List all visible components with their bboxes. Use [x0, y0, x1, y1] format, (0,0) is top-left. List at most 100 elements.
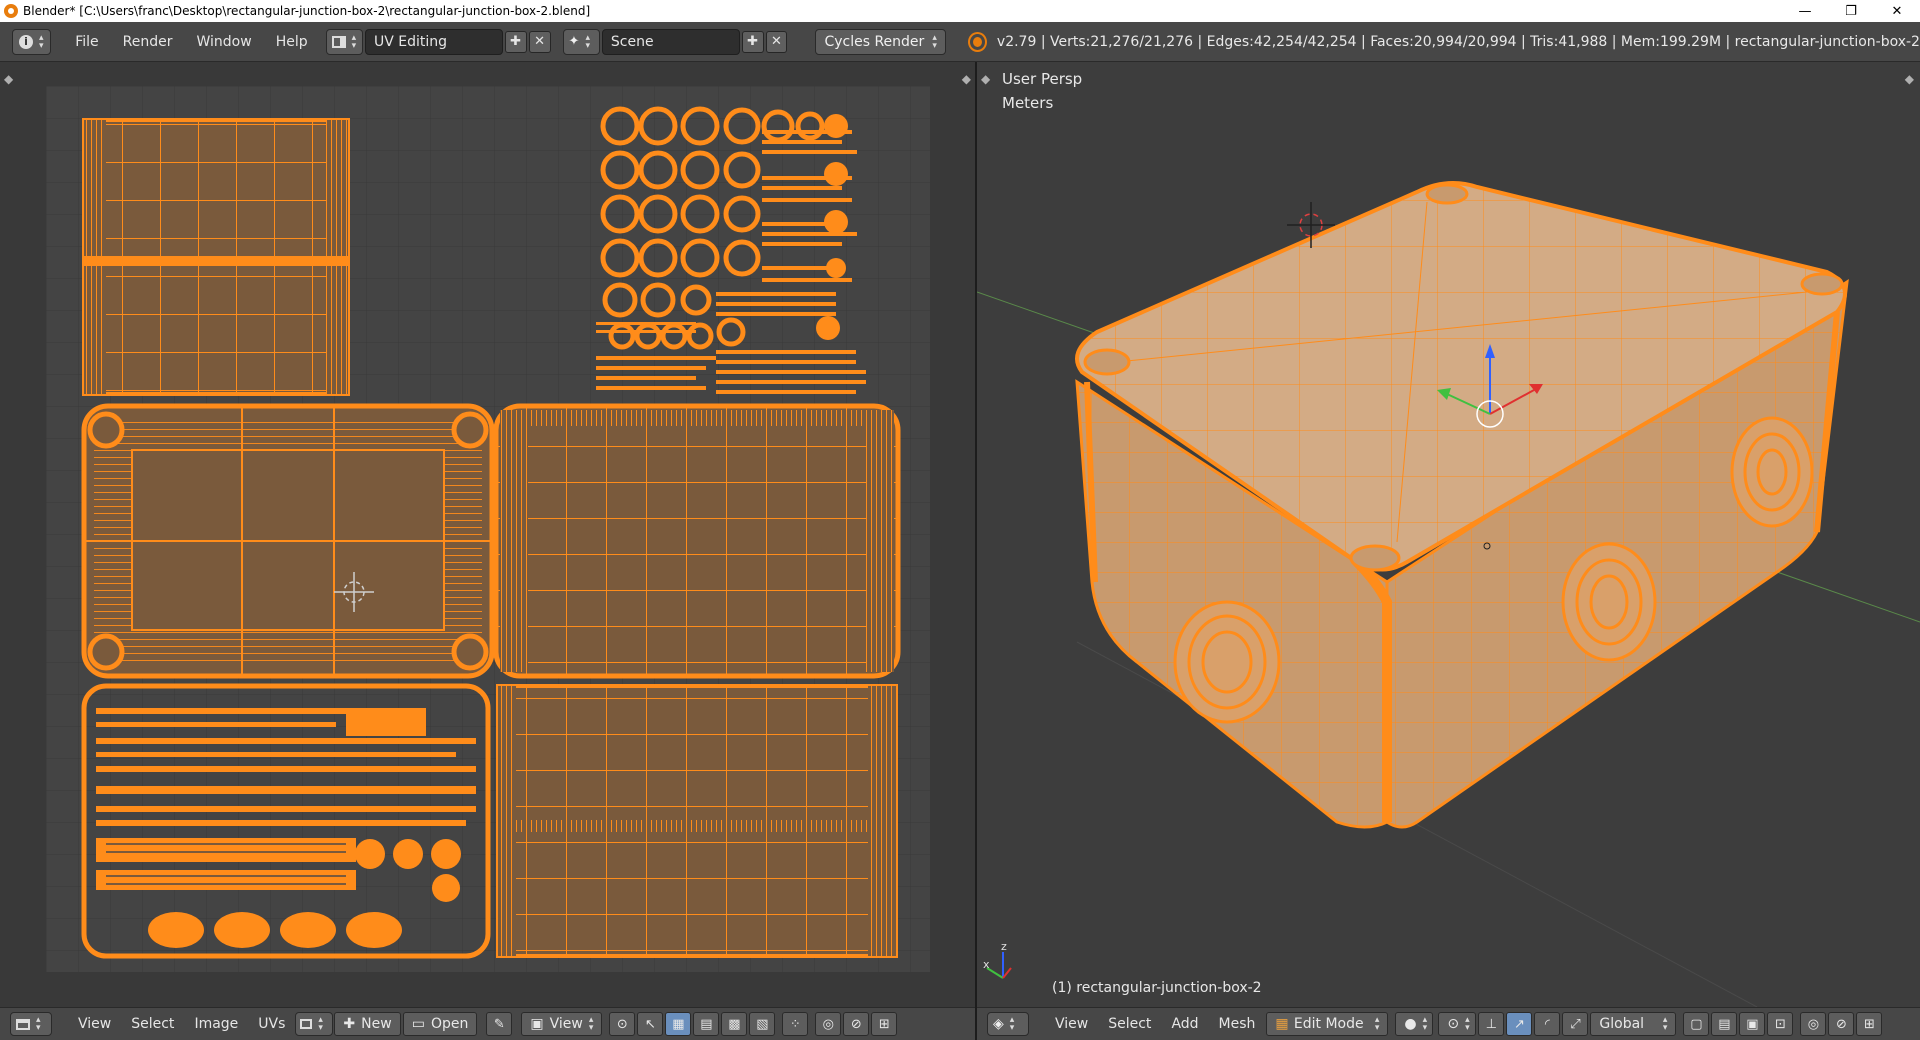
render-engine-dropdown[interactable]: Cycles Render ▴ ▾	[815, 28, 946, 55]
snap-icon[interactable]: ⊘	[843, 1012, 870, 1036]
editor-type-selector[interactable]: i ▴ ▾	[12, 28, 51, 55]
shading-dropdown[interactable]: ● ▴ ▾	[1395, 1012, 1434, 1036]
mode-label: Edit Mode	[1293, 1016, 1364, 1032]
folder-icon: ▭	[411, 1016, 425, 1032]
view-mode-label: View	[549, 1016, 583, 1032]
snap-element-icon[interactable]: ⊞	[871, 1012, 898, 1036]
window-title-bar: Blender* [C:\Users\franc\Desktop\rectang…	[0, 0, 1920, 22]
uv-editor-header: ▴ ▾ View Select Image UVs ▴ ▾ ✚ New ▭ Open…	[0, 1007, 975, 1040]
vertex-select-mode-icon[interactable]: ▢	[1683, 1012, 1710, 1036]
menu-render[interactable]: Render	[111, 29, 185, 55]
orientation-dropdown[interactable]: Global ▴ ▾	[1590, 1012, 1677, 1036]
active-object-label: (1) rectangular-junction-box-2	[1052, 980, 1262, 996]
menu-window[interactable]: Window	[185, 29, 264, 55]
close-button[interactable]: ✕	[1874, 0, 1920, 22]
solid-shading-icon: ●	[1404, 1016, 1417, 1032]
new-image-label: New	[361, 1016, 392, 1032]
layout-name: UV Editing	[374, 33, 448, 50]
axis-indicator-icon	[986, 952, 1012, 979]
view-mode-icon: ▣	[530, 1016, 544, 1032]
junction-box-mesh[interactable]	[1075, 181, 1849, 829]
v3d-menu-mesh[interactable]: Mesh	[1209, 1016, 1266, 1032]
blender-logo-icon	[4, 4, 18, 18]
manipulator-toggle-icon[interactable]: ⊥	[1478, 1012, 1505, 1036]
menu-help[interactable]: Help	[264, 29, 320, 55]
edge-select-icon[interactable]: ▤	[693, 1012, 720, 1036]
image-browse-button[interactable]: ▴ ▾	[295, 1012, 334, 1036]
uv-island-box-bottom[interactable]	[81, 403, 495, 679]
chevron-updown-icon: ▴ ▾	[1422, 1015, 1428, 1033]
snap-element-icon[interactable]: ⊞	[1856, 1012, 1883, 1036]
plus-icon: ✚	[343, 1016, 356, 1032]
scene-browse-button[interactable]: ✦ ▴ ▾	[562, 28, 600, 55]
area-corner-icon[interactable]: ◆	[4, 72, 13, 86]
sync-selection-icon[interactable]: ↖	[637, 1012, 664, 1036]
scene-statistics: v2.79 | Verts:21,276/21,276 | Edges:42,2…	[996, 33, 1920, 50]
uv-menu-view[interactable]: View	[68, 1016, 121, 1032]
pivot-icon[interactable]: ⊙	[609, 1012, 636, 1036]
uv-editor-type-selector[interactable]: ▴ ▾	[10, 1012, 52, 1036]
3d-view-header: ◈ ▴ ▾ View Select Add Mesh ▦ Edit Mode ▴ ▾…	[977, 1007, 1920, 1040]
v3d-menu-add[interactable]: Add	[1161, 1016, 1208, 1032]
uv-layout[interactable]	[46, 86, 930, 972]
remove-layout-icon[interactable]: ✕	[528, 30, 551, 53]
edge-select-mode-icon[interactable]: ▤	[1711, 1012, 1738, 1036]
chevron-updown-icon: ▴ ▾	[1009, 1015, 1015, 1033]
chevron-updown-icon: ▴ ▾	[588, 1015, 594, 1033]
3d-viewport[interactable]: ◆ ◆ User Persp Meters x z (1) rectangula…	[977, 62, 1920, 1007]
proportional-edit-icon[interactable]: ◎	[1800, 1012, 1827, 1036]
new-image-button[interactable]: ✚ New	[334, 1012, 401, 1036]
uv-island-box-sides[interactable]	[496, 684, 898, 958]
remove-scene-icon[interactable]: ✕	[765, 30, 788, 53]
maximize-button[interactable]: ❐	[1828, 0, 1874, 22]
uv-island-lid-top[interactable]	[82, 118, 350, 396]
scale-manipulator-icon[interactable]: ⤢	[1562, 1012, 1589, 1036]
chevron-updown-icon: ▴ ▾	[1465, 1015, 1470, 1033]
3d-view-icon: ◈	[993, 1016, 1004, 1032]
layout-name-field[interactable]: UV Editing	[365, 28, 503, 55]
info-header: i ▴ ▾ File Render Window Help ▴ ▾ UV Editi…	[0, 22, 1920, 62]
info-icon: i	[19, 34, 33, 49]
image-icon	[300, 1019, 313, 1029]
rotate-manipulator-icon[interactable]: ◜	[1534, 1012, 1561, 1036]
limit-selection-icon[interactable]: ⊡	[1767, 1012, 1794, 1036]
face-select-icon[interactable]: ▩	[721, 1012, 748, 1036]
area-corner-icon[interactable]: ◆	[962, 72, 971, 86]
open-image-button[interactable]: ▭ Open	[402, 1012, 478, 1036]
island-select-icon[interactable]: ▧	[749, 1012, 776, 1036]
add-layout-icon[interactable]: ✚	[504, 30, 527, 53]
proportional-edit-icon[interactable]: ◎	[815, 1012, 842, 1036]
chevron-updown-icon: ▴ ▾	[318, 1015, 323, 1033]
pin-icon[interactable]: ✎	[486, 1012, 513, 1036]
sticky-selection-icon[interactable]: ⁘	[782, 1012, 809, 1036]
chevron-updown-icon: ▴ ▾	[351, 32, 357, 51]
minimize-button[interactable]: —	[1782, 0, 1828, 22]
viewport-scene[interactable]	[977, 62, 1920, 1007]
v3d-menu-select[interactable]: Select	[1098, 1016, 1161, 1032]
vertex-select-icon[interactable]: ▦	[665, 1012, 692, 1036]
chevron-updown-icon: ▴ ▾	[1662, 1015, 1668, 1033]
uv-image-editor[interactable]: ◆ ◆	[0, 62, 975, 1007]
v3d-menu-view[interactable]: View	[1045, 1016, 1098, 1032]
open-image-label: Open	[430, 1016, 469, 1032]
translate-manipulator-icon[interactable]: ↗	[1506, 1012, 1533, 1036]
uv-menu-image[interactable]: Image	[184, 1016, 248, 1032]
add-scene-icon[interactable]: ✚	[741, 30, 764, 53]
menu-file[interactable]: File	[63, 29, 110, 55]
uv-menu-select[interactable]: Select	[121, 1016, 184, 1032]
view-mode-dropdown[interactable]: ▣ View ▴ ▾	[521, 1012, 603, 1036]
face-select-mode-icon[interactable]: ▣	[1739, 1012, 1766, 1036]
layout-browse-button[interactable]: ▴ ▾	[325, 28, 363, 55]
snap-icon[interactable]: ⊘	[1828, 1012, 1855, 1036]
3d-editor-type-selector[interactable]: ◈ ▴ ▾	[987, 1012, 1029, 1036]
scene-name-field[interactable]: Scene	[601, 28, 740, 55]
window-controls: — ❐ ✕	[1782, 0, 1920, 22]
mode-dropdown[interactable]: ▦ Edit Mode ▴ ▾	[1266, 1012, 1389, 1036]
chevron-updown-icon: ▴ ▾	[36, 1015, 41, 1033]
scene-icon: ✦	[568, 34, 580, 49]
uv-canvas[interactable]	[46, 86, 930, 972]
pivot-dropdown[interactable]: ⊙ ▴ ▾	[1438, 1012, 1477, 1036]
uv-island-box-top[interactable]	[493, 403, 901, 679]
uv-menu-uvs[interactable]: UVs	[248, 1016, 295, 1032]
chevron-updown-icon: ▴ ▾	[585, 32, 590, 51]
